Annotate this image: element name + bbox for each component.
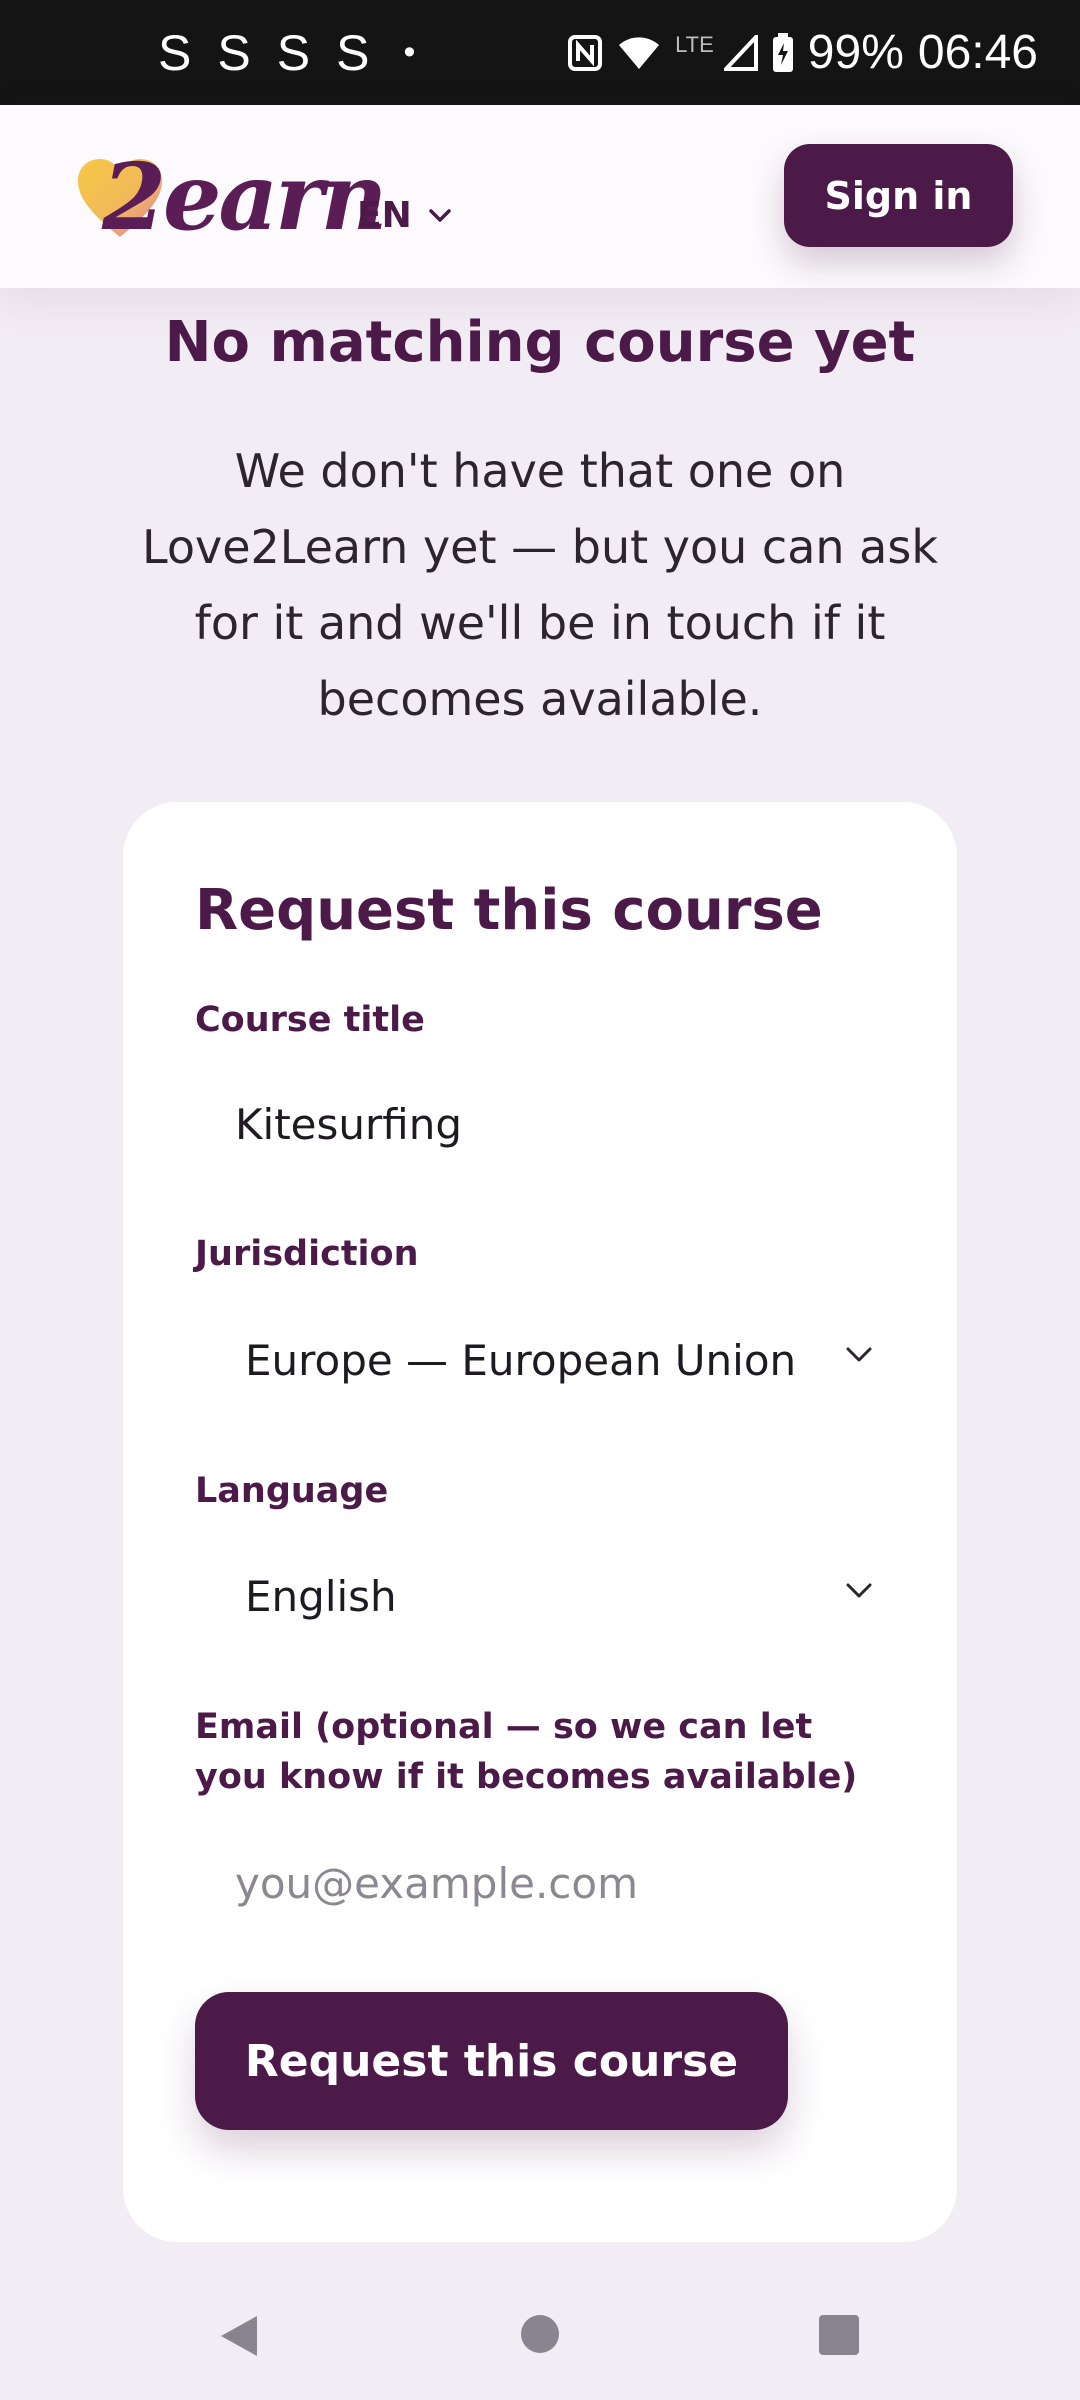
language-value: English [245, 1571, 397, 1621]
jurisdiction-value: Europe — European Union (g [245, 1335, 805, 1385]
request-course-button[interactable]: Request this course [195, 1992, 788, 2130]
email-label: Email (optional — so we can let you know… [195, 1707, 858, 1797]
logo-wordmark: 2earn [102, 143, 388, 251]
signal-icon [723, 34, 758, 71]
notification-icon: S [276, 24, 311, 81]
chevron-down-icon [846, 1583, 872, 1598]
language-code: EN [357, 195, 412, 236]
language-label: Language [195, 1471, 389, 1511]
notification-icon: S [217, 24, 251, 81]
navigation-bar [0, 2270, 1080, 2400]
chevron-down-icon [846, 1347, 872, 1362]
jurisdiction-label: Jurisdiction [195, 1234, 419, 1274]
status-bar: S S S S • LTE 99% 06:46 [0, 0, 1080, 105]
notification-icons: S S S S • [158, 0, 415, 105]
more-notifications-dot: • [403, 33, 416, 71]
language-select[interactable]: English [195, 1548, 905, 1644]
notification-icon: S [158, 24, 192, 81]
page-title: No matching course yet [164, 310, 916, 375]
back-triangle-icon[interactable] [217, 2312, 261, 2360]
course-title-label: Course title [195, 1000, 425, 1040]
love2learn-logo[interactable]: 2earn [72, 143, 388, 259]
wifi-icon [617, 35, 661, 71]
system-indicators: LTE 99% 06:46 [567, 0, 1038, 105]
home-circle-icon[interactable] [520, 2314, 560, 2354]
card-title: Request this course [195, 878, 823, 943]
network-type: LTE [675, 32, 714, 57]
email-input[interactable]: you@example.com [195, 1835, 895, 1931]
recents-square-icon[interactable] [818, 2314, 860, 2356]
course-title-input[interactable]: Kitesurfing [195, 1076, 895, 1172]
notification-icon: S [336, 24, 370, 81]
sign-in-button[interactable]: Sign in [784, 144, 1013, 247]
clock: 06:46 [917, 26, 1038, 79]
language-selector[interactable]: EN [357, 195, 452, 236]
battery-icon [772, 32, 794, 73]
chevron-down-icon [428, 208, 451, 222]
nfc-icon [567, 34, 603, 72]
jurisdiction-select[interactable]: Europe — European Union (g [195, 1312, 905, 1408]
intro-text: We don't have that one on Love2Learn yet… [142, 444, 938, 726]
battery-level: 99% [807, 26, 904, 79]
request-course-card: Request this course Course title Kitesur… [123, 802, 957, 2242]
app-header: 2earn EN Sign in [0, 105, 1080, 288]
